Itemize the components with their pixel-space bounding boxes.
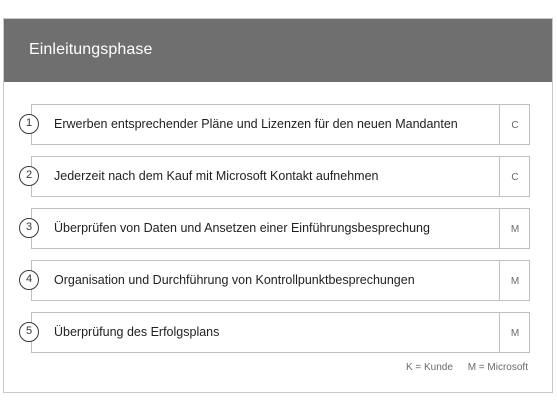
onboarding-phase-panel: Einleitungsphase 1 Erwerben entsprechend… (3, 18, 553, 393)
step-number-badge: 1 (19, 114, 39, 134)
step-owner: M (510, 276, 520, 287)
step-text: Überprüfen von Daten und Ansetzen einer … (54, 221, 430, 235)
step-row-1: 1 Erwerben entsprechender Pläne und Lize… (19, 104, 530, 145)
step-row-2: 2 Jederzeit nach dem Kauf mit Microsoft … (19, 156, 530, 197)
step-number-badge: 5 (19, 322, 39, 342)
step-owner: C (511, 120, 519, 131)
legend: K = Kunde M = Microsoft (406, 362, 528, 373)
legend-microsoft: M = Microsoft (467, 362, 528, 373)
panel-title: Einleitungsphase (29, 41, 153, 58)
panel-header: Einleitungsphase (4, 19, 552, 82)
step-row-4: 4 Organisation und Durchführung von Kont… (19, 260, 530, 301)
step-row-3: 3 Überprüfen von Daten und Ansetzen eine… (19, 208, 530, 249)
step-owner: C (511, 172, 519, 183)
step-text: Überprüfung des Erfolgsplans (54, 325, 220, 339)
step-owner: M (510, 328, 520, 339)
legend-customer: K = Kunde (405, 362, 453, 373)
step-text: Jederzeit nach dem Kauf mit Microsoft Ko… (54, 169, 379, 183)
step-owner: M (510, 224, 520, 235)
step-number-badge: 2 (19, 166, 39, 186)
step-number-badge: 3 (19, 218, 39, 238)
step-text: Organisation und Durchführung von Kontro… (54, 273, 415, 287)
step-number-badge: 4 (19, 270, 39, 290)
step-row-5: 5 Überprüfung des Erfolgsplans M (19, 312, 530, 353)
step-text: Erwerben entsprechender Pläne und Lizenz… (54, 117, 458, 131)
